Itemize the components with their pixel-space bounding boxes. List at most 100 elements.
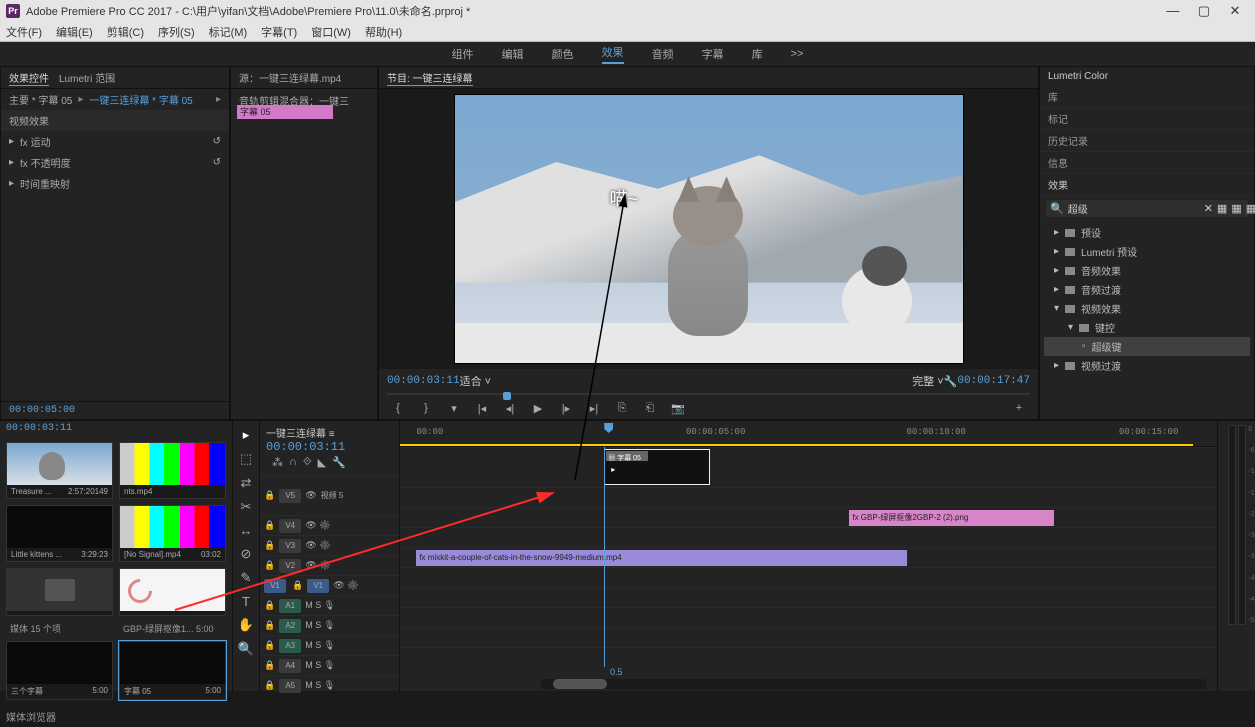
thumb-white[interactable] (119, 568, 226, 616)
playhead-icon[interactable] (604, 423, 613, 433)
minimize-button[interactable]: — (1159, 3, 1187, 18)
track-select-tool-icon[interactable]: ⬚ (240, 451, 252, 467)
rect-tool-icon[interactable]: ✎ (241, 570, 252, 586)
menu-file[interactable]: 文件(F) (6, 24, 42, 40)
track-a2[interactable]: 🔒A2M S 🎙 (260, 615, 399, 635)
ec-opacity[interactable]: ▸ fx 不透明度↺ (1, 152, 229, 173)
lum-info[interactable]: 信息 (1040, 152, 1254, 174)
track-a5[interactable]: 🔒A5M S 🎙 (260, 675, 399, 695)
preset-icon[interactable]: ▦ (1217, 202, 1227, 215)
ec-timecode[interactable]: 00:00:05:00 (9, 405, 75, 416)
type-tool-icon[interactable]: T (242, 594, 250, 609)
ws-effects[interactable]: 效果 (602, 44, 624, 64)
zoom-scrollbar[interactable] (540, 679, 1207, 689)
clip-title[interactable]: ▦ 字幕 05▸ (604, 449, 710, 485)
ws-editing[interactable]: 编辑 (502, 46, 524, 62)
zoom-tool-icon[interactable]: 🔍 (238, 641, 254, 657)
menu-title[interactable]: 字幕(T) (261, 24, 297, 40)
tab-effect-controls[interactable]: 效果控件 (9, 70, 49, 86)
tree-ultra-key[interactable]: ▫ 超级键 (1044, 337, 1250, 356)
tree-video-fx[interactable]: ▾ 视频效果 (1044, 299, 1250, 318)
media-browser-label[interactable]: 媒体浏览器 (0, 706, 232, 727)
export-frame-icon[interactable]: 📷 (667, 399, 689, 417)
pen-tool-icon[interactable]: ⊘ (241, 546, 252, 562)
program-tc-left[interactable]: 00:00:03:11 (387, 375, 460, 387)
lum-lib[interactable]: 库 (1040, 86, 1254, 108)
menu-sequence[interactable]: 序列(S) (158, 24, 195, 40)
thumb-kittens[interactable]: Little kittens ...3:29:23 (6, 505, 113, 562)
extract-icon[interactable]: ⎗ (639, 399, 661, 417)
program-tab[interactable]: 节目: 一键三连绿幕 (387, 70, 473, 86)
tab-lumetri-scopes[interactable]: Lumetri 范围 (59, 70, 115, 85)
thumb-three-subs[interactable]: 三个字幕5:00 (6, 641, 113, 700)
quality-full[interactable]: 完整 ˅ (912, 373, 943, 389)
sequence-tc[interactable]: 00:00:03:11 (266, 440, 393, 454)
slip-tool-icon[interactable]: ↔ (240, 523, 253, 538)
ec-mini-clip[interactable]: 字幕 05 (237, 105, 333, 119)
thumb-treasure[interactable]: Treasure ...2:57:20149 (6, 442, 113, 499)
menu-edit[interactable]: 编辑(E) (56, 24, 93, 40)
selection-tool-icon[interactable]: ▸ (243, 427, 250, 443)
ws-assembly[interactable]: 组件 (452, 46, 474, 62)
tree-keying[interactable]: ▾ 键控 (1044, 318, 1250, 337)
lift-icon[interactable]: ⎘ (611, 399, 633, 417)
menu-clip[interactable]: 剪辑(C) (107, 24, 144, 40)
search-input[interactable] (1068, 203, 1200, 214)
ws-more[interactable]: >> (791, 48, 804, 60)
thumb-folder[interactable] (6, 568, 113, 616)
zoom-fit[interactable]: 适合 ˅ (460, 373, 491, 389)
menu-marker[interactable]: 标记(M) (209, 24, 248, 40)
tree-video-trans[interactable]: ▸ 视频过渡 (1044, 356, 1250, 375)
lum-effects[interactable]: 效果 (1040, 174, 1254, 196)
mark-in-icon[interactable]: { (387, 399, 409, 417)
mark-out-icon[interactable]: } (415, 399, 437, 417)
zoom-level[interactable]: 0.5 (610, 667, 623, 677)
clear-icon[interactable]: ✕ (1204, 202, 1213, 215)
menu-help[interactable]: 帮助(H) (365, 24, 402, 40)
preset-icon-3[interactable]: ▦ (1246, 202, 1255, 215)
tree-lumetri-presets[interactable]: ▸ Lumetri 预设 (1044, 242, 1250, 261)
program-ruler[interactable] (387, 393, 1030, 395)
tree-audio-fx[interactable]: ▸ 音频效果 (1044, 261, 1250, 280)
thumb-nts[interactable]: nts.mp4 (119, 442, 226, 499)
razor-tool-icon[interactable]: ✂ (241, 499, 252, 515)
tracks-area[interactable]: ▦ 字幕 05▸ fx GBP-绿屏抠像2GBP-2 (2).png fx mi… (400, 447, 1217, 667)
step-back-icon[interactable]: ◂| (499, 399, 521, 417)
clip-gbp-png[interactable]: fx GBP-绿屏抠像2GBP-2 (2).png (849, 510, 1053, 526)
add-button-icon[interactable]: + (1008, 399, 1030, 417)
ws-library[interactable]: 库 (752, 46, 763, 62)
thumb-nosignal[interactable]: [No Signal].mp403:02 (119, 505, 226, 562)
sequence-name[interactable]: 一键三连绿幕 ≡ (266, 425, 393, 440)
wrench-icon[interactable]: 🔧 (944, 375, 958, 388)
track-v3[interactable]: 🔒V3👁 ⚙ (260, 535, 399, 555)
ec-src-tab[interactable]: 源：一键三连绿幕.mp4 (239, 70, 341, 85)
play-icon[interactable]: ▶ (527, 399, 549, 417)
ripple-tool-icon[interactable]: ⇄ (241, 475, 252, 491)
track-v1[interactable]: V1🔒V1👁 ⚙ (260, 575, 399, 595)
magnet-icon[interactable]: ∩ (289, 456, 297, 469)
track-a1[interactable]: 🔒A1M S 🎙 (260, 595, 399, 615)
link-icon[interactable]: ⟐ (303, 456, 312, 469)
thumb-subtitle-05[interactable]: 字幕 055:00 (119, 641, 226, 700)
maximize-button[interactable]: ▢ (1190, 3, 1218, 19)
track-a3[interactable]: 🔒A3M S 🎙 (260, 635, 399, 655)
marker-tool-icon[interactable]: ◣ (318, 456, 326, 469)
ec-motion[interactable]: ▸ fx 运动↺ (1, 131, 229, 152)
snap-icon[interactable]: ⁂ (272, 456, 283, 469)
ec-time-remap[interactable]: ▸ 时间重映射 (1, 173, 229, 194)
go-in-icon[interactable]: |◂ (471, 399, 493, 417)
track-v4[interactable]: 🔒V4👁 ⚙ (260, 515, 399, 535)
lum-history[interactable]: 历史记录 (1040, 130, 1254, 152)
track-a4[interactable]: 🔒A4M S 🎙 (260, 655, 399, 675)
tree-audio-trans[interactable]: ▸ 音频过渡 (1044, 280, 1250, 299)
ws-color[interactable]: 颜色 (552, 46, 574, 62)
wrench-tl-icon[interactable]: 🔧 (332, 456, 346, 469)
track-v5[interactable]: 🔒V5👁视频 5 (260, 475, 399, 515)
menu-window[interactable]: 窗口(W) (311, 24, 351, 40)
go-out-icon[interactable]: ▸| (583, 399, 605, 417)
hand-tool-icon[interactable]: ✋ (238, 617, 254, 633)
clip-mixkit-video[interactable]: fx mixkit-a-couple-of-cats-in-the-snow-9… (416, 550, 906, 566)
step-fwd-icon[interactable]: |▸ (555, 399, 577, 417)
lum-markers[interactable]: 标记 (1040, 108, 1254, 130)
program-viewer[interactable]: 喵~ (379, 89, 1038, 369)
